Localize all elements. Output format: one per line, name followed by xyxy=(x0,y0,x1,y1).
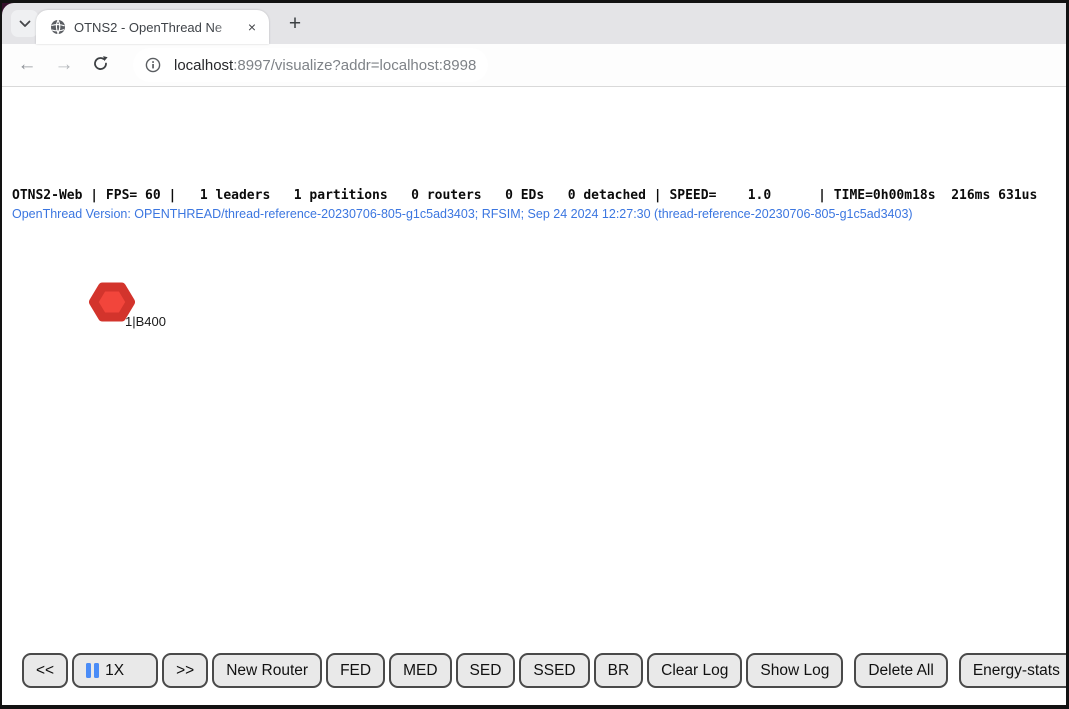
back-arrow-icon: ← xyxy=(18,54,37,76)
clear-log-button[interactable]: Clear Log xyxy=(647,653,742,688)
action-bar: << 1X >> New Router FED MED SED SSED BR … xyxy=(22,653,1069,688)
node-label: 1|B400 xyxy=(125,314,166,329)
url-text: localhost:8997/visualize?addr=localhost:… xyxy=(174,57,476,74)
speed-down-button[interactable]: << xyxy=(22,653,68,688)
new-tab-button[interactable]: + xyxy=(281,10,309,38)
forward-button[interactable]: → xyxy=(53,54,75,76)
new-ssed-button[interactable]: SSED xyxy=(519,653,589,688)
new-sed-button[interactable]: SED xyxy=(456,653,516,688)
tab-strip: OTNS2 - OpenThread Ne × + xyxy=(2,3,1066,44)
reload-icon xyxy=(92,55,109,75)
speed-up-button[interactable]: >> xyxy=(162,653,208,688)
new-med-button[interactable]: MED xyxy=(389,653,451,688)
chevron-down-icon xyxy=(19,16,31,31)
address-bar[interactable]: localhost:8997/visualize?addr=localhost:… xyxy=(133,48,488,82)
simulation-status-line: OTNS2-Web | FPS= 60 | 1 leaders 1 partit… xyxy=(12,188,1037,203)
url-host: localhost xyxy=(174,57,233,74)
browser-window: OTNS2 - OpenThread Ne × + ← → xyxy=(0,0,1069,709)
forward-arrow-icon: → xyxy=(55,54,74,76)
browser-toolbar: ← → localhost:8997/visualize?addr=loca xyxy=(2,44,1066,87)
pause-icon xyxy=(86,663,99,678)
reload-button[interactable] xyxy=(89,54,111,76)
globe-favicon-icon xyxy=(50,19,66,35)
show-log-button[interactable]: Show Log xyxy=(746,653,843,688)
delete-all-button[interactable]: Delete All xyxy=(854,653,947,688)
pause-speed-button[interactable]: 1X xyxy=(72,653,158,688)
back-button[interactable]: ← xyxy=(16,54,38,76)
speed-label: 1X xyxy=(105,662,124,680)
new-router-button[interactable]: New Router xyxy=(212,653,322,688)
new-fed-button[interactable]: FED xyxy=(326,653,385,688)
tab-title: OTNS2 - OpenThread Ne xyxy=(74,20,243,35)
tab-search-button[interactable] xyxy=(11,10,38,37)
url-path: :8997/visualize?addr=localhost:8998 xyxy=(233,57,476,74)
browser-tab-active[interactable]: OTNS2 - OpenThread Ne × xyxy=(36,10,269,44)
openthread-version-line: OpenThread Version: OPENTHREAD/thread-re… xyxy=(12,207,913,221)
site-info-icon[interactable] xyxy=(145,57,161,73)
energy-stats-button[interactable]: Energy-stats ↗ xyxy=(959,653,1069,688)
node-leader[interactable]: 1|B400 xyxy=(89,281,169,331)
otns-canvas: OTNS2-Web | FPS= 60 | 1 leaders 1 partit… xyxy=(2,87,1066,705)
new-br-button[interactable]: BR xyxy=(594,653,644,688)
tab-close-button[interactable]: × xyxy=(243,18,261,36)
